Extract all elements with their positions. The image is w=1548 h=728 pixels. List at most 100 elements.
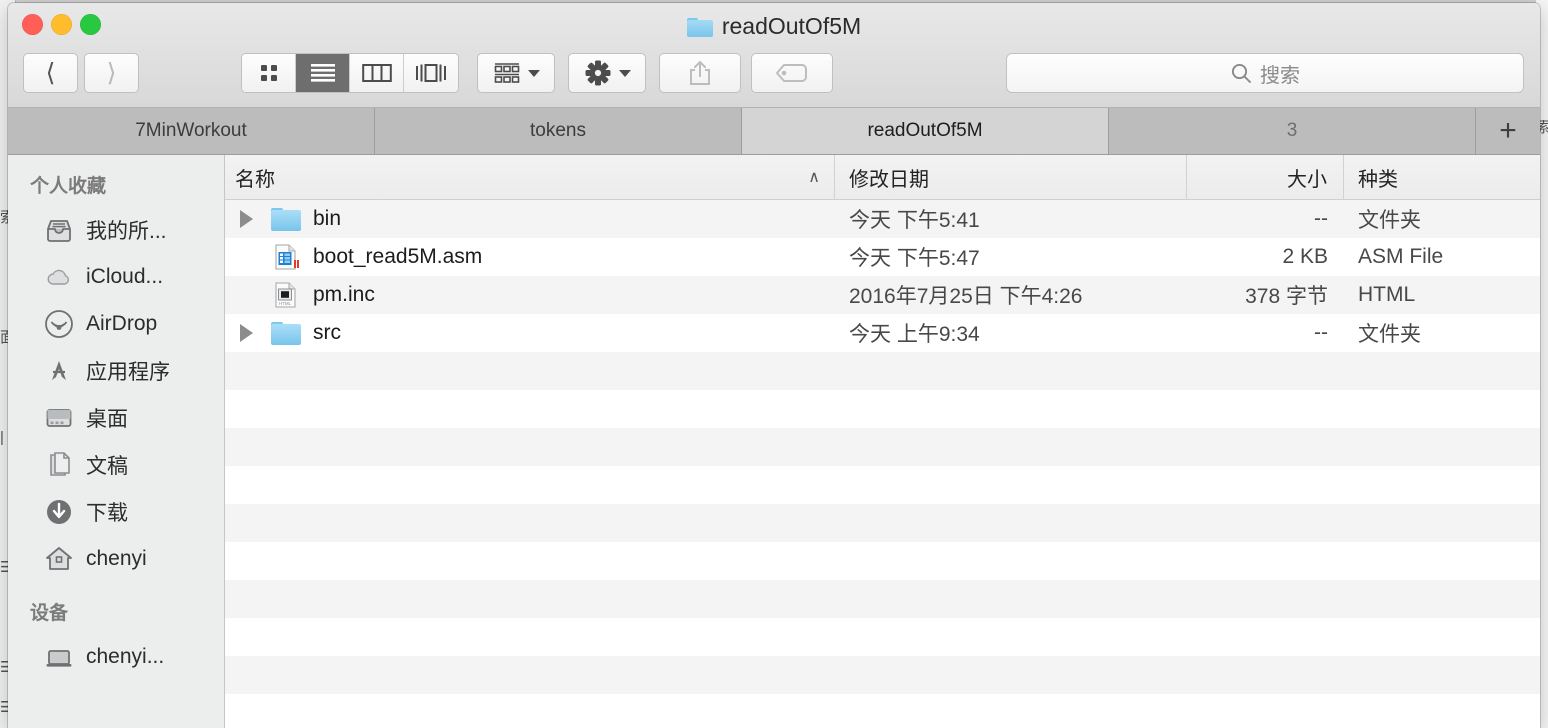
close-button[interactable] xyxy=(22,14,43,35)
sidebar-item-label: iCloud... xyxy=(86,264,164,288)
list-view-button[interactable] xyxy=(296,54,350,92)
column-header-size[interactable]: 大小 xyxy=(1187,154,1344,200)
sidebar-section-devices-header: 设备 xyxy=(30,603,69,624)
file-name: pm.inc xyxy=(313,283,375,306)
chevron-down-icon xyxy=(618,69,631,77)
chevron-down-icon xyxy=(527,69,540,77)
sidebar-item-label: 桌面 xyxy=(86,407,128,431)
laptop-icon xyxy=(44,642,74,672)
column-header-date[interactable]: 修改日期 xyxy=(835,154,1187,200)
sidebar-item-label: chenyi... xyxy=(86,644,165,668)
file-name: boot_read5M.asm xyxy=(313,245,483,268)
desktop-background: 索面|☰☰☰ 索 readOutOf5M ⟨ ⟩ xyxy=(0,0,1548,728)
window-title-text: readOutOf5M xyxy=(721,13,862,39)
sidebar-item-documents[interactable]: 文稿 xyxy=(8,441,224,488)
share-button[interactable] xyxy=(659,53,741,93)
empty-row[interactable] xyxy=(225,542,1540,580)
icon-view-button[interactable] xyxy=(242,54,296,92)
cell-size: -- xyxy=(1314,321,1328,344)
empty-row[interactable] xyxy=(225,656,1540,694)
table-row[interactable]: boot_read5M.asm 今天 下午5:47 2 KB ASM File xyxy=(225,238,1540,276)
cell-date: 今天 下午5:41 xyxy=(849,209,980,232)
empty-row[interactable] xyxy=(225,466,1540,504)
search-icon xyxy=(1231,63,1251,83)
minimize-button[interactable] xyxy=(51,14,72,35)
sidebar-section-favorites-header: 个人收藏 xyxy=(30,176,107,197)
titlebar[interactable]: readOutOf5M ⟨ ⟩ 搜索 xyxy=(8,3,1540,108)
cell-size: -- xyxy=(1314,207,1328,230)
gear-icon xyxy=(585,60,610,86)
arrange-icon xyxy=(494,63,519,83)
view-mode-group xyxy=(241,53,459,93)
empty-row[interactable] xyxy=(225,618,1540,656)
columns-icon xyxy=(361,64,392,82)
arrange-button[interactable] xyxy=(477,53,555,93)
column-view-button[interactable] xyxy=(350,54,404,92)
new-tab-button[interactable]: + xyxy=(1476,108,1540,154)
file-name: src xyxy=(313,321,341,344)
column-header-kind[interactable]: 种类 xyxy=(1344,155,1540,200)
cell-name: boot_read5M.asm xyxy=(225,238,835,276)
action-button[interactable] xyxy=(568,53,646,93)
zoom-button[interactable] xyxy=(80,14,101,35)
cell-size: 2 KB xyxy=(1282,245,1328,268)
table-row[interactable]: HTML pm.inc 2016年7月25日 下午4:26 378 字节 HTM… xyxy=(225,276,1540,314)
empty-row[interactable] xyxy=(225,352,1540,390)
gallery-view-button[interactable] xyxy=(404,54,458,92)
sidebar-item-airdrop[interactable]: AirDrop xyxy=(8,300,224,347)
file-list: 名称 ∧ 修改日期 大小 种类 bin 今天 下午5:41 -- 文件夹 boo… xyxy=(225,154,1540,728)
search-field[interactable]: 搜索 xyxy=(1006,53,1524,93)
sidebar-item-all-my-files[interactable]: 我的所... xyxy=(8,206,224,253)
airdrop-icon xyxy=(44,309,74,339)
window-body: 个人收藏 我的所... iCloud... AirDrop 应用程序 桌面 文稿… xyxy=(8,154,1540,728)
tag-button[interactable] xyxy=(751,53,833,93)
column-header-name-label: 名称 xyxy=(235,168,275,191)
empty-row[interactable] xyxy=(225,428,1540,466)
action-group xyxy=(568,53,646,93)
empty-rows-area[interactable] xyxy=(225,352,1540,728)
empty-row[interactable] xyxy=(225,694,1540,728)
traffic-lights xyxy=(22,14,101,35)
sidebar-item-downloads[interactable]: 下载 xyxy=(8,488,224,535)
forward-button[interactable]: ⟩ xyxy=(84,53,139,93)
chevron-left-icon: ⟨ xyxy=(45,58,56,87)
cell-kind: 文件夹 xyxy=(1358,209,1421,232)
sidebar-item-desktop[interactable]: 桌面 xyxy=(8,394,224,441)
sidebar-item-home-chenyi[interactable]: chenyi xyxy=(8,535,224,582)
sidebar-item-device-chenyi[interactable]: chenyi... xyxy=(8,633,224,680)
folder-icon xyxy=(686,17,713,37)
share-group xyxy=(659,53,741,93)
list-icon xyxy=(310,64,335,82)
sidebar-item-icloud-drive[interactable]: iCloud... xyxy=(8,253,224,300)
html-file-icon: HTML xyxy=(269,281,301,309)
home-icon xyxy=(44,544,74,574)
tab-readoutof5m[interactable]: readOutOf5M xyxy=(742,108,1109,154)
column-headers: 名称 ∧ 修改日期 大小 种类 xyxy=(225,154,1540,200)
cell-date: 今天 上午9:34 xyxy=(849,323,980,346)
tab-7minworkout[interactable]: 7MinWorkout xyxy=(8,108,375,154)
cell-date: 今天 下午5:47 xyxy=(849,247,980,270)
column-header-name[interactable]: 名称 ∧ xyxy=(225,154,835,200)
sidebar-item-label: 下载 xyxy=(86,501,128,525)
sidebar-item-applications[interactable]: 应用程序 xyxy=(8,347,224,394)
cell-name: bin xyxy=(225,200,835,238)
cell-kind: ASM File xyxy=(1358,245,1444,268)
empty-row[interactable] xyxy=(225,580,1540,618)
chevron-right-icon: ⟩ xyxy=(106,58,117,87)
table-row[interactable]: src 今天 上午9:34 -- 文件夹 xyxy=(225,314,1540,352)
tab-3[interactable]: 3 xyxy=(1109,108,1476,154)
applications-icon xyxy=(44,356,74,386)
disclosure-triangle-icon[interactable] xyxy=(235,324,257,342)
empty-row[interactable] xyxy=(225,504,1540,542)
asm-file-icon xyxy=(269,243,301,271)
sidebar: 个人收藏 我的所... iCloud... AirDrop 应用程序 桌面 文稿… xyxy=(8,155,225,728)
tab-tokens[interactable]: tokens xyxy=(375,108,742,154)
empty-row[interactable] xyxy=(225,390,1540,428)
back-button[interactable]: ⟨ xyxy=(23,53,78,93)
cell-kind: HTML xyxy=(1358,283,1416,306)
folder-icon xyxy=(269,205,301,233)
cell-size: 378 字节 xyxy=(1245,285,1328,308)
toolbar: ⟨ ⟩ 搜索 xyxy=(8,49,1540,97)
disclosure-triangle-icon[interactable] xyxy=(235,210,257,228)
table-row[interactable]: bin 今天 下午5:41 -- 文件夹 xyxy=(225,200,1540,238)
